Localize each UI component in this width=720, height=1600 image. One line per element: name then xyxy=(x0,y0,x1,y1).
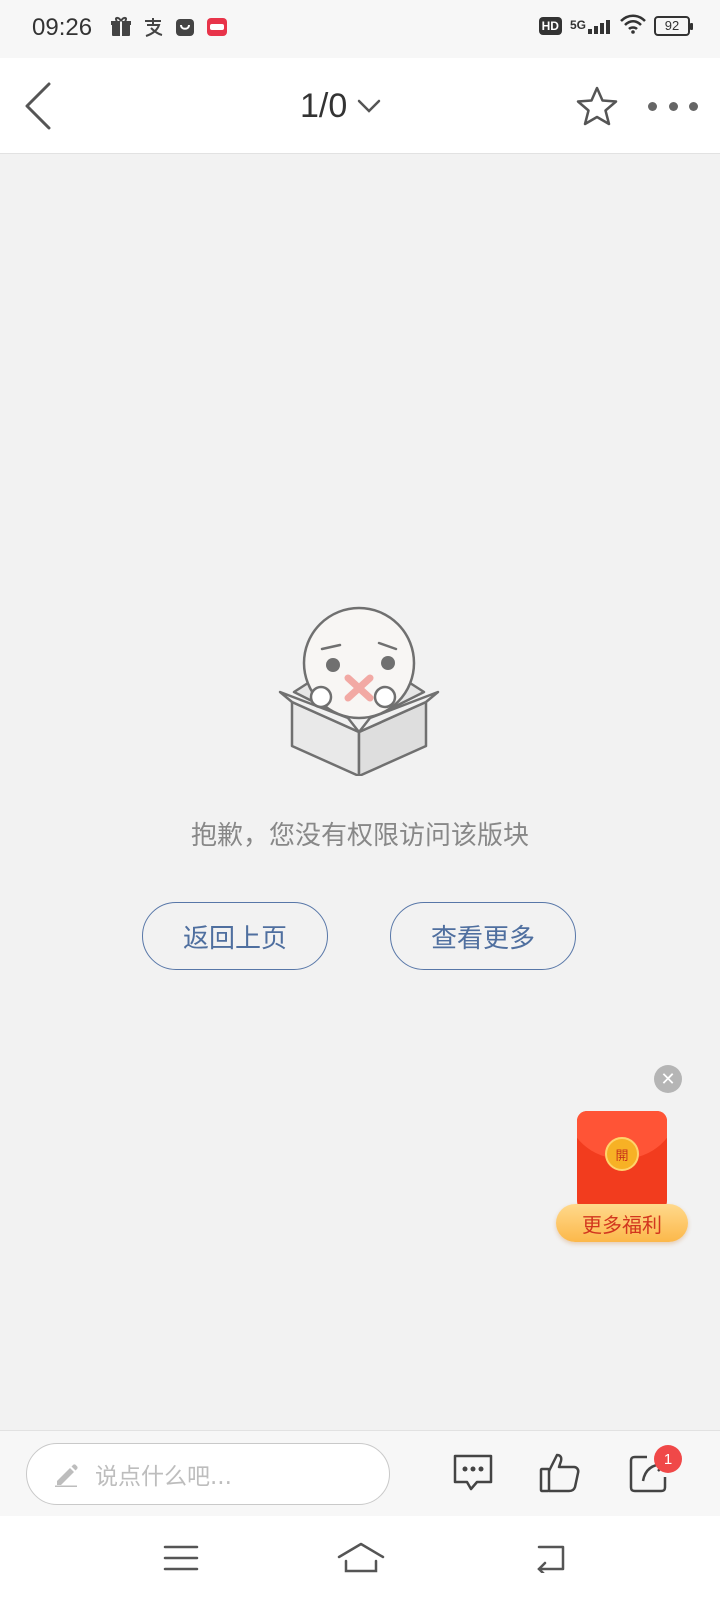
signal-icon: 5G xyxy=(570,18,612,34)
back-button[interactable] xyxy=(18,78,58,134)
home-icon xyxy=(337,1542,385,1573)
chevron-left-icon xyxy=(25,82,51,130)
wifi-icon xyxy=(620,14,646,38)
red-envelope-promo[interactable]: 開 xyxy=(577,1111,667,1211)
shopping-bag-icon xyxy=(174,16,196,38)
page-indicator: 1/0 xyxy=(300,86,348,125)
hd-badge: HD xyxy=(538,17,562,35)
status-indicators: HD 5G 92 xyxy=(538,14,693,38)
thumbs-up-icon xyxy=(539,1453,580,1493)
comment-input[interactable]: 说点什么吧... xyxy=(26,1443,390,1505)
system-back-button[interactable] xyxy=(524,1538,574,1578)
chevron-down-icon xyxy=(358,99,381,113)
status-time: 09:26 xyxy=(32,14,93,41)
comment-placeholder: 说点什么吧... xyxy=(95,1464,232,1490)
promo-close-button[interactable]: ✕ xyxy=(654,1065,682,1093)
status-bar: 09:26 HD 5G 92 xyxy=(0,0,720,58)
alipay-icon xyxy=(142,16,164,38)
battery-indicator: 92 xyxy=(654,16,693,36)
menu-icon xyxy=(163,1545,199,1571)
back-arrow-icon xyxy=(537,1545,565,1573)
coupon-app-icon xyxy=(206,16,228,38)
open-coin-icon: 開 xyxy=(605,1137,639,1171)
dot-icon xyxy=(648,101,657,111)
empty-box-mascot-illustration xyxy=(278,606,440,778)
like-button[interactable] xyxy=(538,1451,582,1495)
return-previous-page-button[interactable]: 返回上页 xyxy=(142,902,328,970)
view-more-button[interactable]: 查看更多 xyxy=(390,902,576,970)
close-icon: ✕ xyxy=(660,1068,676,1090)
pencil-icon xyxy=(55,1464,78,1487)
home-button[interactable] xyxy=(336,1538,386,1578)
comments-button[interactable] xyxy=(451,1451,495,1495)
dot-icon xyxy=(668,101,678,111)
more-benefits-label[interactable]: 更多福利 xyxy=(556,1204,688,1242)
share-count-badge: 1 xyxy=(654,1445,682,1473)
system-navigation-bar xyxy=(0,1516,720,1600)
network-label: 5G xyxy=(569,18,586,32)
comment-bar: 说点什么吧... 1 xyxy=(0,1430,720,1516)
comment-bubble-icon xyxy=(453,1454,493,1491)
recent-apps-button[interactable] xyxy=(156,1538,206,1578)
star-icon xyxy=(576,86,618,126)
more-options-button[interactable] xyxy=(648,94,698,118)
page-selector[interactable]: 1/0 xyxy=(300,82,381,130)
header: 1/0 xyxy=(0,58,720,154)
status-app-icons xyxy=(110,16,228,38)
gift-icon xyxy=(110,16,132,38)
no-permission-message: 抱歉，您没有权限访问该版块 xyxy=(190,821,529,851)
favorite-button[interactable] xyxy=(574,84,620,130)
dot-icon xyxy=(689,101,698,111)
